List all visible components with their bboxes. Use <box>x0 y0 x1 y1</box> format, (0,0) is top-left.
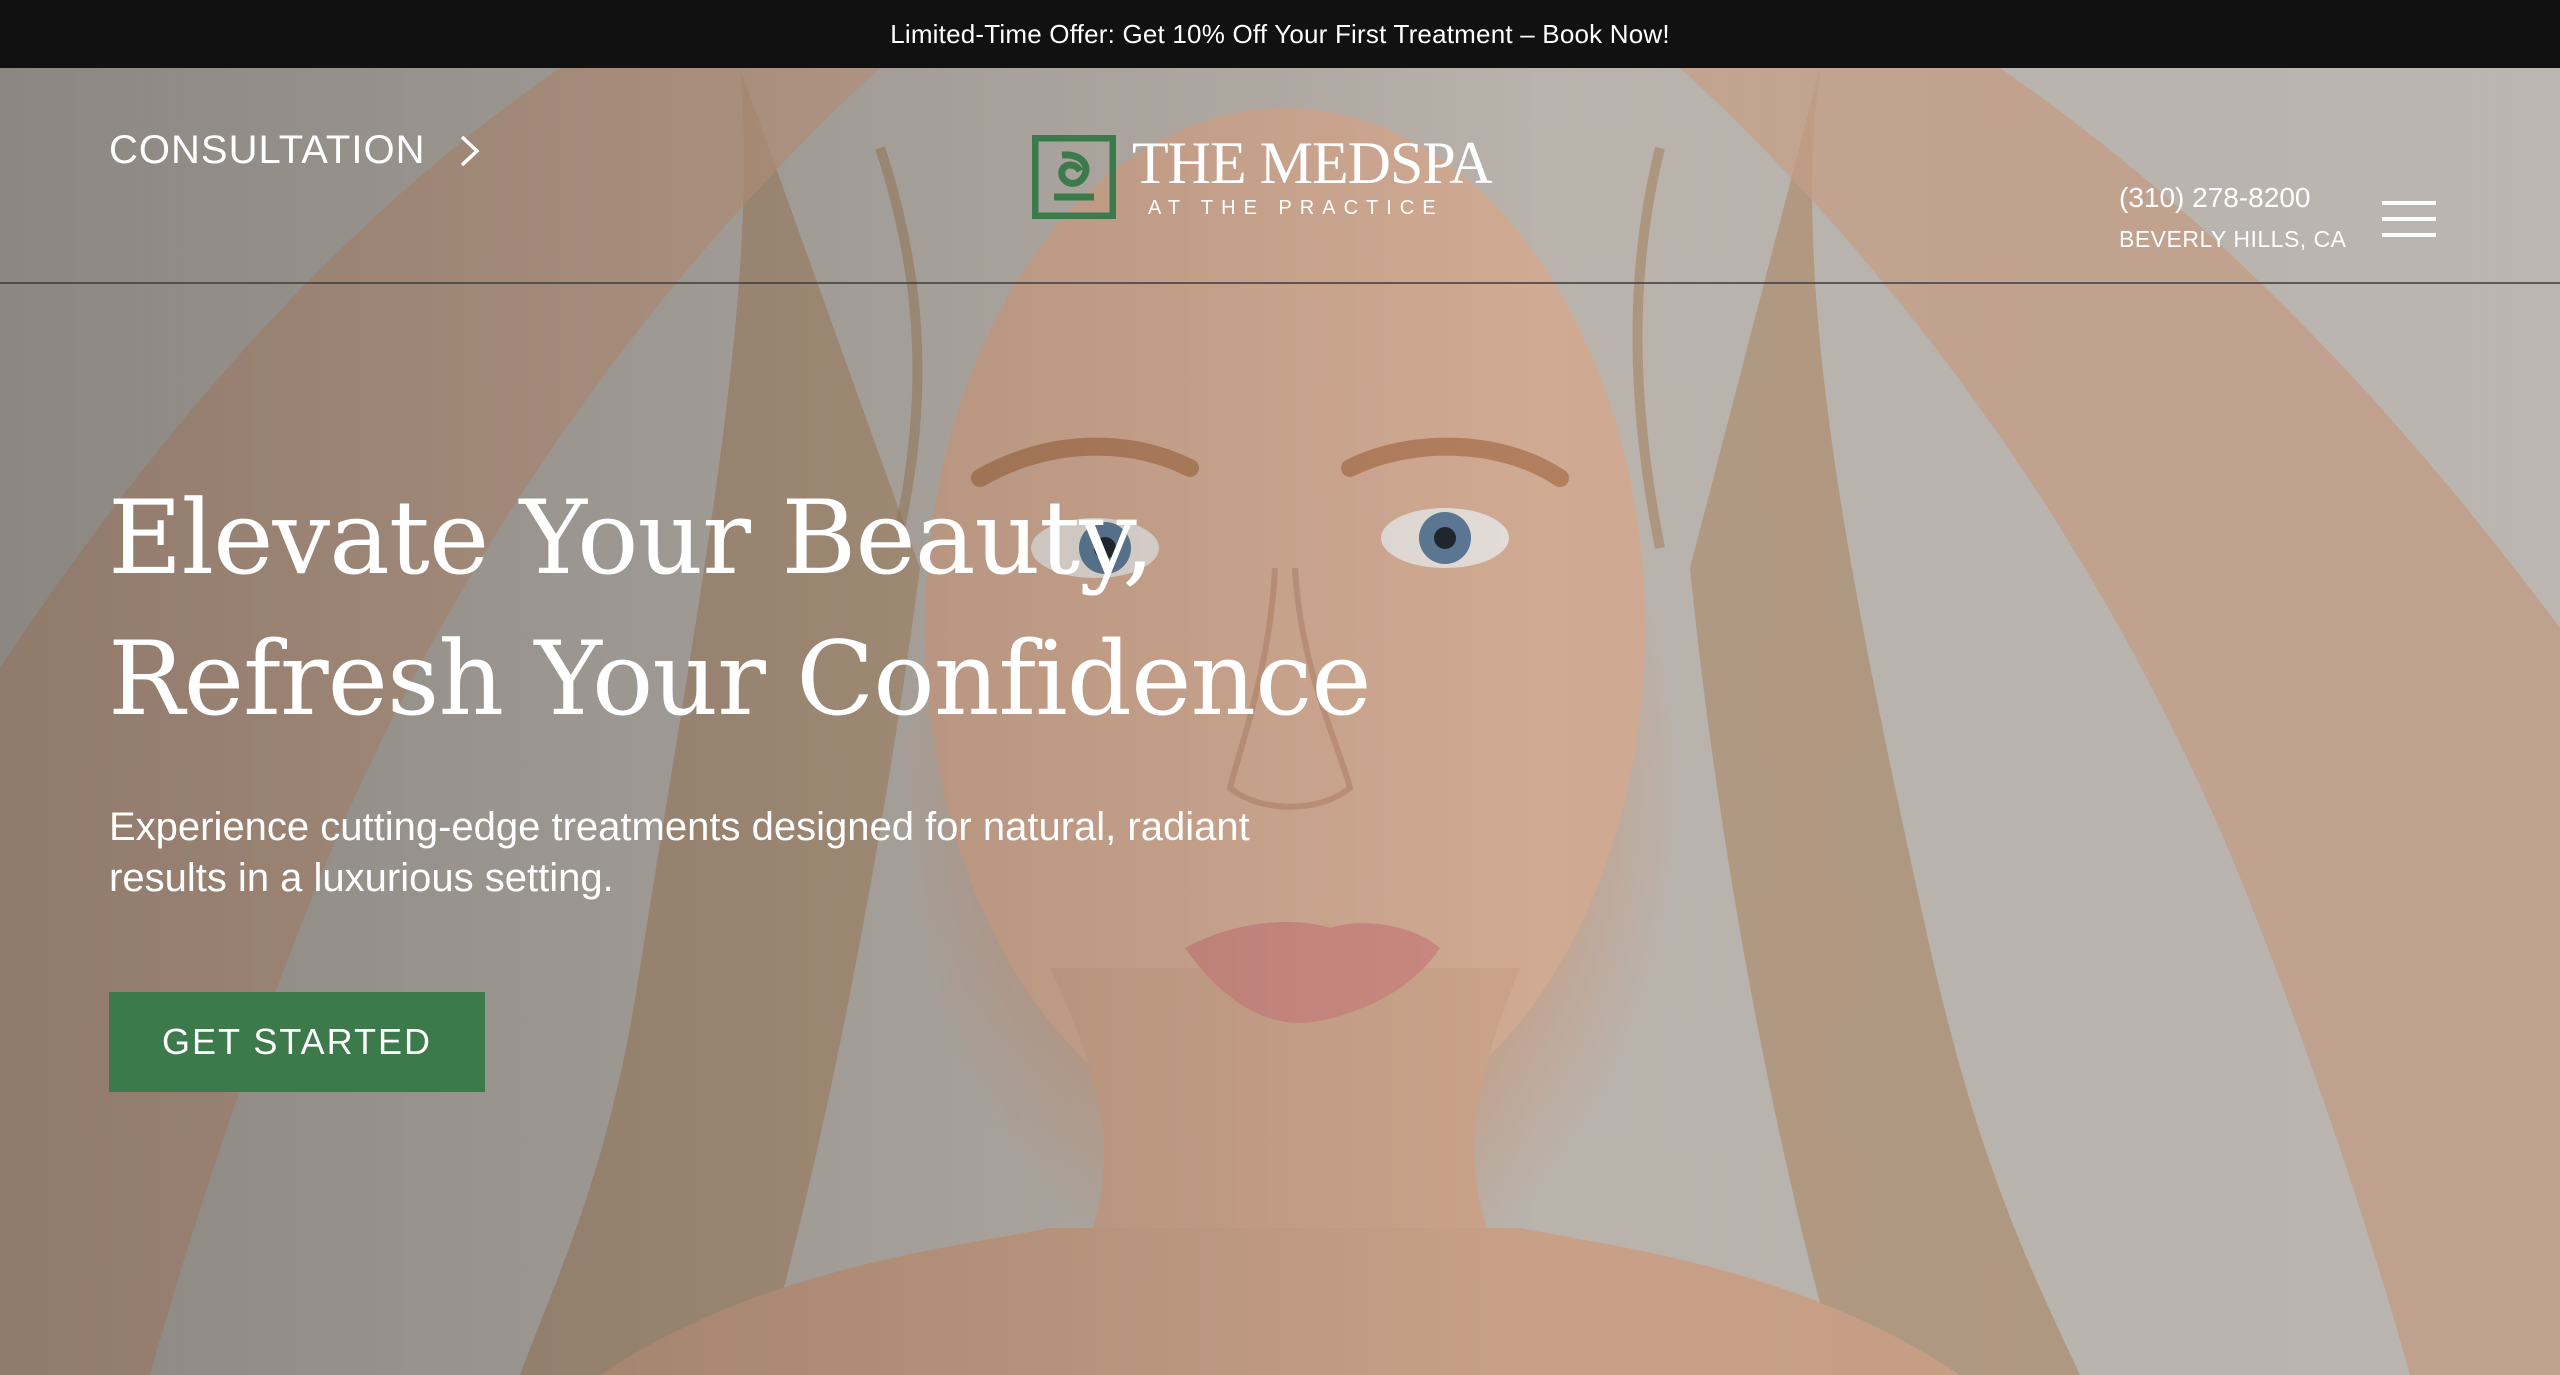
hamburger-menu-icon[interactable] <box>2382 201 2436 237</box>
get-started-button[interactable]: GET STARTED <box>109 992 485 1092</box>
logo-text: THE MEDSPA AT THE PRACTICE <box>1132 130 1493 220</box>
hero-heading: Elevate Your Beauty, Refresh Your Confid… <box>108 468 1372 750</box>
medspa-monogram-icon <box>1032 135 1116 219</box>
consultation-label: CONSULTATION <box>109 128 426 172</box>
hero-heading-line-2: Refresh Your Confidence <box>108 620 1372 739</box>
contact-info: (310) 278-8200 BEVERLY HILLS, CA <box>2119 182 2347 253</box>
logo-title: THE MEDSPA <box>1132 130 1493 196</box>
hero-heading-line-1: Elevate Your Beauty, <box>108 479 1155 598</box>
chevron-right-icon <box>461 135 481 166</box>
logo-subtitle: AT THE PRACTICE <box>1148 197 1444 219</box>
promo-text[interactable]: Limited-Time Offer: Get 10% Off Your Fir… <box>890 19 1670 50</box>
promo-bar[interactable]: Limited-Time Offer: Get 10% Off Your Fir… <box>0 0 2560 68</box>
hero-subtext: Experience cutting-edge treatments desig… <box>109 805 1250 900</box>
location-text: BEVERLY HILLS, CA <box>2119 226 2347 252</box>
logo[interactable]: THE MEDSPA AT THE PRACTICE <box>1032 131 1493 220</box>
consultation-link[interactable]: CONSULTATION <box>109 128 481 173</box>
phone-number[interactable]: (310) 278-8200 <box>2119 182 2347 214</box>
